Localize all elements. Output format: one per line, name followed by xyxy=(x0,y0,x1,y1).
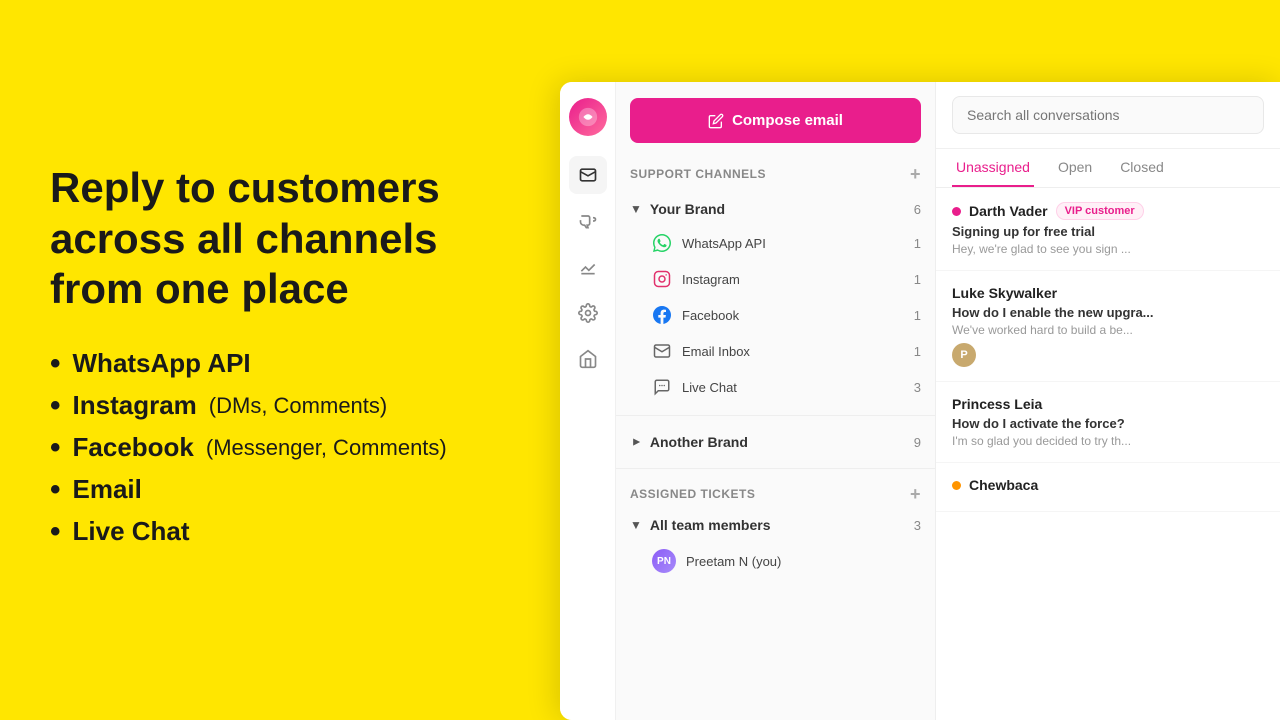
member-item-preetam[interactable]: PN Preetam N (you) xyxy=(616,541,935,581)
channel-item-instagram[interactable]: Instagram 1 xyxy=(616,261,935,297)
sidebar-settings-icon[interactable] xyxy=(569,294,607,332)
add-channel-button[interactable]: + xyxy=(910,165,921,183)
chevron-down-all-icon: ▼ xyxy=(630,518,642,532)
hero-title: Reply to customers across all channels f… xyxy=(50,163,510,314)
brand-group-your-brand: ▼ Your Brand 6 WhatsApp API 1 xyxy=(616,189,935,409)
sidebar-inbox-icon[interactable] xyxy=(569,156,607,194)
member-avatar: PN xyxy=(652,549,676,573)
online-indicator xyxy=(952,207,961,216)
search-bar xyxy=(936,82,1280,149)
chat-icon xyxy=(652,377,672,397)
feature-facebook: Facebook (Messenger, Comments) xyxy=(50,431,510,465)
assigned-tickets-header: Assigned tickets + xyxy=(616,479,935,509)
divider-2 xyxy=(616,468,935,469)
instagram-icon xyxy=(652,269,672,289)
assigned-tickets-section: Assigned tickets + ▼ All team members 3 … xyxy=(616,479,935,581)
conversation-luke-skywalker[interactable]: Luke Skywalker How do I enable the new u… xyxy=(936,271,1280,382)
conversation-list: Darth Vader VIP customer Signing up for … xyxy=(936,188,1280,720)
conversation-princess-leia[interactable]: Princess Leia How do I activate the forc… xyxy=(936,382,1280,463)
conversation-chewbaca[interactable]: Chewbaca xyxy=(936,463,1280,512)
brand-header-your-brand[interactable]: ▼ Your Brand 6 xyxy=(616,193,935,225)
conversation-darth-vader[interactable]: Darth Vader VIP customer Signing up for … xyxy=(936,188,1280,271)
feature-instagram: Instagram (DMs, Comments) xyxy=(50,389,510,423)
compose-email-button[interactable]: Compose email xyxy=(630,98,921,143)
channel-item-email-inbox[interactable]: Email Inbox 1 xyxy=(616,333,935,369)
sidebar-home-icon[interactable] xyxy=(569,340,607,378)
sidebar-megaphone-icon[interactable] xyxy=(569,202,607,240)
tab-unassigned[interactable]: Unassigned xyxy=(952,149,1034,187)
chevron-right-icon: ▼ xyxy=(629,436,643,448)
app-panel: Compose email Support channels + ▼ Your … xyxy=(560,82,1280,720)
search-input[interactable] xyxy=(952,96,1264,134)
conversations-panel: Unassigned Open Closed Darth Vader VIP c… xyxy=(936,82,1280,720)
tab-closed[interactable]: Closed xyxy=(1116,149,1168,187)
facebook-icon xyxy=(652,305,672,325)
brand-group-another-brand: ▼ Another Brand 9 xyxy=(616,422,935,462)
agent-avatar: P xyxy=(952,343,976,367)
divider xyxy=(616,415,935,416)
channel-item-whatsapp[interactable]: WhatsApp API 1 xyxy=(616,225,935,261)
support-channels-header: Support channels + xyxy=(616,159,935,189)
brand-header-another-brand[interactable]: ▼ Another Brand 9 xyxy=(616,426,935,458)
app-logo[interactable] xyxy=(569,98,607,136)
feature-livechat: Live Chat xyxy=(50,515,510,549)
vip-badge: VIP customer xyxy=(1056,202,1144,220)
all-team-header[interactable]: ▼ All team members 3 xyxy=(616,509,935,541)
feature-list: WhatsApp API Instagram (DMs, Comments) F… xyxy=(50,347,510,557)
chevron-down-icon: ▼ xyxy=(630,202,642,216)
channel-item-facebook[interactable]: Facebook 1 xyxy=(616,297,935,333)
whatsapp-icon xyxy=(652,233,672,253)
channel-item-live-chat[interactable]: Live Chat 3 xyxy=(616,369,935,405)
sidebar-reports-icon[interactable] xyxy=(569,248,607,286)
conversation-tabs: Unassigned Open Closed xyxy=(936,149,1280,188)
sidebar-icons xyxy=(560,82,616,720)
feature-whatsapp: WhatsApp API xyxy=(50,347,510,381)
email-icon xyxy=(652,341,672,361)
online-indicator-orange xyxy=(952,481,961,490)
add-assigned-button[interactable]: + xyxy=(910,485,921,503)
feature-email: Email xyxy=(50,473,510,507)
tab-open[interactable]: Open xyxy=(1054,149,1096,187)
left-panel: Reply to customers across all channels f… xyxy=(0,0,560,720)
channel-nav: Compose email Support channels + ▼ Your … xyxy=(616,82,936,720)
